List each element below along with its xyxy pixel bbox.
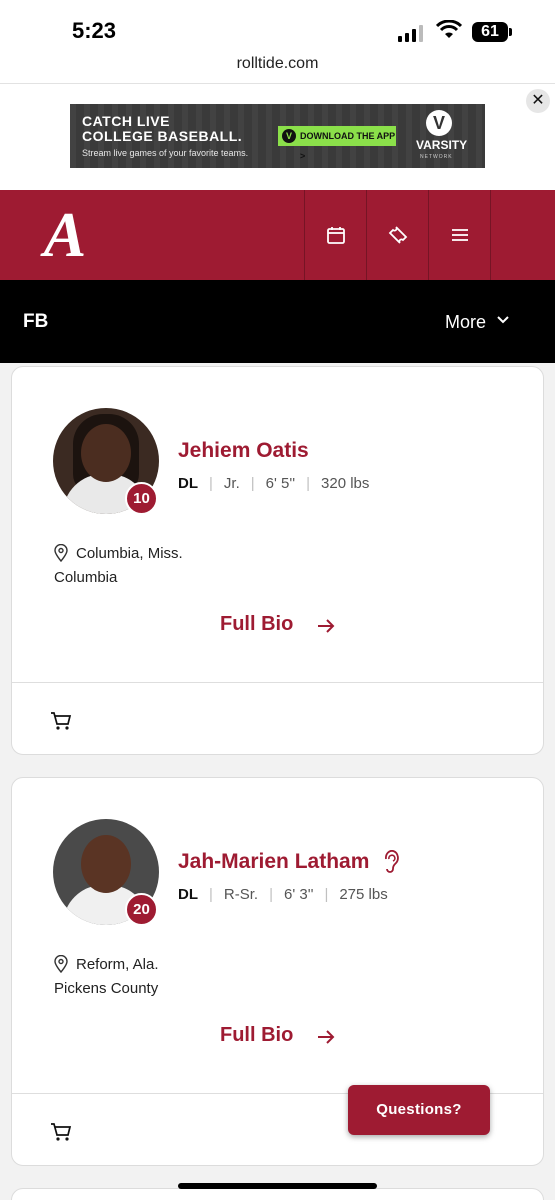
home-indicator[interactable]: [178, 1183, 377, 1189]
player-position: DL: [178, 475, 198, 492]
status-bar: 5:23 61: [0, 0, 555, 52]
player-hometown: Columbia, Miss.: [76, 545, 183, 562]
player-name[interactable]: Jehiem Oatis: [178, 439, 309, 463]
ad-download-button[interactable]: V DOWNLOAD THE APP >: [278, 126, 396, 161]
meta-separator: |: [269, 886, 273, 903]
ad-headline-2: COLLEGE BASEBALL.: [82, 128, 243, 144]
sport-name[interactable]: FB: [23, 311, 48, 333]
ad-brand-sub: NETWORK: [420, 154, 453, 160]
player-card: 10 Jehiem Oatis DL | Jr. | 6' 5'' | 320 …: [11, 366, 544, 755]
meta-separator: |: [324, 886, 329, 903]
player-high-school: Columbia: [54, 569, 118, 586]
cart-icon[interactable]: [50, 711, 72, 731]
varsity-logo-icon: V: [282, 129, 296, 143]
player-height: 6' 3'': [283, 886, 314, 903]
player-high-school: Pickens County: [54, 980, 159, 997]
calendar-icon: [326, 227, 345, 244]
tickets-button[interactable]: [366, 190, 428, 280]
varsity-v-logo: V: [426, 110, 452, 136]
pronunciation-ear-icon[interactable]: [382, 850, 400, 874]
alabama-a-logo[interactable]: A: [30, 204, 100, 264]
more-dropdown[interactable]: More: [445, 312, 486, 333]
full-bio-link[interactable]: Full Bio: [220, 613, 293, 636]
ad-tagline: Stream live games of your favorite teams…: [82, 148, 249, 158]
battery-icon: 61: [472, 22, 508, 42]
location-pin-icon: [54, 955, 68, 973]
player-meta: DL | R-Sr. | 6' 3'' | 275 lbs: [178, 886, 388, 903]
player-weight: 275 lbs: [339, 886, 388, 903]
headshot-face: [81, 835, 131, 893]
full-bio-link[interactable]: Full Bio: [220, 1024, 293, 1047]
player-name[interactable]: Jah-Marien Latham: [178, 850, 369, 874]
questions-button[interactable]: Questions?: [348, 1085, 490, 1135]
menu-icon: [451, 229, 468, 241]
ad-headline-1: CATCH LIVE: [82, 113, 170, 129]
meta-separator: |: [209, 886, 213, 903]
sport-bar: FB More: [0, 280, 555, 363]
card-divider: [12, 682, 543, 683]
ad-close-button[interactable]: ✕: [526, 89, 550, 113]
calendar-button[interactable]: [304, 190, 366, 280]
player-year: R-Sr.: [223, 886, 259, 903]
ad-banner[interactable]: CATCH LIVE COLLEGE BASEBALL. Stream live…: [70, 104, 485, 168]
player-hometown: Reform, Ala.: [76, 956, 159, 973]
jersey-number-badge: 20: [125, 893, 158, 926]
header-extra-cell: [490, 190, 555, 280]
menu-button[interactable]: [428, 190, 490, 280]
cart-icon[interactable]: [50, 1122, 72, 1142]
svg-text:A: A: [40, 204, 87, 264]
player-meta: DL | Jr. | 6' 5'' | 320 lbs: [178, 475, 369, 492]
status-time: 5:23: [72, 18, 117, 43]
headshot-face: [81, 424, 131, 482]
ad-brand: VARSITY: [416, 138, 468, 152]
player-weight: 320 lbs: [321, 475, 370, 492]
battery-tip: [509, 28, 512, 36]
meta-separator: |: [306, 475, 311, 492]
ticket-icon: [388, 226, 407, 244]
meta-separator: |: [209, 475, 213, 492]
meta-separator: |: [250, 475, 255, 492]
wifi-icon: [436, 20, 462, 38]
url-text[interactable]: rolltide.com: [0, 55, 555, 73]
ad-area: CATCH LIVE COLLEGE BASEBALL. Stream live…: [0, 84, 555, 190]
location-pin-icon: [54, 544, 68, 562]
site-header: A: [0, 190, 555, 280]
cell-signal-icon: [398, 24, 423, 42]
arrow-right-icon[interactable]: [316, 617, 336, 635]
player-card: [11, 1188, 544, 1200]
player-position: DL: [178, 886, 198, 903]
jersey-number-badge: 10: [125, 482, 158, 515]
player-height: 6' 5'': [265, 475, 296, 492]
chevron-down-icon[interactable]: [496, 313, 510, 327]
arrow-right-icon[interactable]: [316, 1028, 336, 1046]
player-year: Jr.: [223, 475, 240, 492]
